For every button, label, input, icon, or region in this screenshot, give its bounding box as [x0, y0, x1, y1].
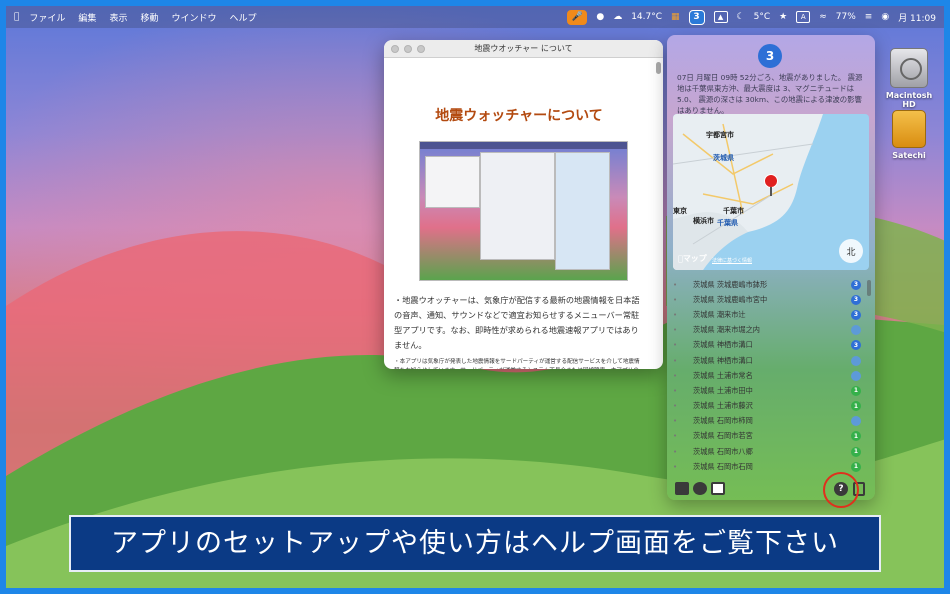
- map-label: 茨城県: [713, 154, 734, 162]
- location-icon: •: [673, 295, 678, 304]
- location-icon: •: [673, 341, 678, 350]
- desktop-icon-satechi[interactable]: Satechi: [878, 110, 940, 160]
- list-item[interactable]: • 茨城県 石岡市柿岡: [673, 414, 863, 429]
- list-item[interactable]: • 茨城県 土浦市藤沢 1: [673, 399, 863, 414]
- location-icon: •: [673, 417, 678, 426]
- zoom-button[interactable]: [417, 45, 425, 53]
- help-content: 地震ウォッチャーについて ・地震ウオッチャーは、気象庁が配信する最新の地震情報を…: [384, 58, 654, 369]
- close-button[interactable]: [391, 45, 399, 53]
- observation-list: • 茨城県 茨城鹿嶋市鉢形 3 • 茨城県 茨城鹿嶋市宮中 3 • 茨城県 潮来市辻 3 •…: [673, 277, 863, 474]
- list-item[interactable]: • 茨城県 潮来市堀之内: [673, 323, 863, 338]
- list-item[interactable]: • 茨城県 茨城鹿嶋市鉢形 3: [673, 277, 863, 292]
- list-item[interactable]: • 茨城県 神栖市溝口: [673, 353, 863, 368]
- quake-info-text: 07日 月曜日 09時 52分ごろ、地震がありました。 震源地は千葉県東方沖、最…: [677, 73, 863, 115]
- temperature-reading-2[interactable]: 5°C: [754, 12, 771, 22]
- map-label: 宇都宮市: [706, 131, 734, 139]
- calendar-icon[interactable]: ▦: [671, 12, 680, 22]
- maps-brand: マップ: [678, 254, 707, 263]
- location-icon: •: [673, 280, 678, 289]
- battery-level[interactable]: 77%: [836, 12, 856, 22]
- wifi-icon[interactable]: ≈: [819, 12, 827, 22]
- help-scrollbar[interactable]: [656, 60, 661, 365]
- location-icon: •: [673, 386, 678, 395]
- list-scrollbar[interactable]: [867, 280, 871, 296]
- minimize-button[interactable]: [404, 45, 412, 53]
- window-titlebar[interactable]: 地震ウオッチャー について: [384, 40, 663, 58]
- app-screenshot-image: [419, 141, 628, 281]
- desktop-icon-label: Macintosh HD: [885, 91, 933, 109]
- compass-icon[interactable]: 北: [839, 239, 863, 263]
- camera-icon[interactable]: ●: [596, 12, 604, 22]
- hard-drive-icon: [890, 48, 928, 88]
- quake-count-badge[interactable]: 3: [688, 9, 705, 25]
- menu-view[interactable]: 表示: [109, 11, 127, 24]
- window-icon[interactable]: [711, 482, 725, 495]
- menu-file[interactable]: ファイル: [29, 11, 65, 24]
- quake-panel: 3 07日 月曜日 09時 52分ごろ、地震がありました。 震源地は千葉県東方沖…: [667, 35, 875, 500]
- moon-icon[interactable]: ☾: [737, 12, 745, 22]
- archive-icon[interactable]: [675, 482, 689, 495]
- menu-edit[interactable]: 編集: [78, 11, 96, 24]
- list-item[interactable]: • 茨城県 神栖市溝口 3: [673, 338, 863, 353]
- list-item[interactable]: • 茨城県 石岡市若宮 1: [673, 429, 863, 444]
- help-body-text: ・地震ウオッチャーは、気象庁が配信する最新の地震情報を日本語の音声、通知、サウン…: [394, 295, 640, 350]
- map-legal-link[interactable]: 法律に基づく情報: [712, 257, 752, 264]
- list-item[interactable]: • 茨城県 茨城鹿嶋市宮中 3: [673, 292, 863, 307]
- microphone-icon[interactable]: 🎤: [567, 9, 588, 25]
- panel-toolbar: [675, 482, 725, 495]
- highlight-ring: [823, 472, 859, 508]
- apple-menu-icon[interactable]: : [14, 12, 19, 22]
- map-label: 千葉市: [723, 207, 744, 215]
- list-item[interactable]: • 茨城県 土浦市田中 1: [673, 383, 863, 398]
- help-window: 地震ウオッチャー について 地震ウォッチャーについて ・地震ウオッチャーは、気象…: [384, 40, 663, 369]
- desktop-icon-macintosh-hd[interactable]: Macintosh HD: [878, 48, 940, 109]
- menu-go[interactable]: 移動: [140, 11, 158, 24]
- quake-count-circle: 3: [758, 44, 782, 68]
- status-area: 🎤 ● ☁ 14.7°C ▦ 3 ▲ ☾ 5°C ★ A ≈ 77% ≡ ◉ 月…: [567, 9, 936, 25]
- epicenter-map[interactable]: 宇都宮市 茨城県 東京 横浜市 千葉市 千葉県 マップ 法律に基づく情報 北: [673, 114, 869, 270]
- location-icon: •: [673, 310, 678, 319]
- map-label: 横浜市: [693, 217, 714, 225]
- help-notes-text: ・本アプリは気象庁が発表した地震情報をサードパーティが運営する配信サービスを介し…: [394, 359, 640, 369]
- list-item[interactable]: • 茨城県 石岡市八郷 1: [673, 444, 863, 459]
- weather-cloud-icon[interactable]: ☁: [613, 12, 622, 22]
- location-icon: •: [673, 447, 678, 456]
- map-label: 東京: [673, 207, 687, 215]
- input-source-icon[interactable]: A: [796, 11, 811, 23]
- clock[interactable]: 月 11:09: [898, 11, 936, 24]
- menu-bar:  ファイル 編集 表示 移動 ウインドウ ヘルプ 🎤 ● ☁ 14.7°C ▦…: [6, 6, 944, 28]
- star-icon[interactable]: ★: [779, 12, 787, 22]
- desktop-icon-label: Satechi: [892, 151, 926, 160]
- control-center-icon[interactable]: ≡: [865, 12, 873, 22]
- map-label: 千葉県: [717, 219, 738, 227]
- location-icon: •: [673, 356, 678, 365]
- location-icon: •: [673, 326, 678, 335]
- temperature-reading[interactable]: 14.7°C: [631, 12, 662, 22]
- screen-icon[interactable]: ▲: [713, 11, 728, 23]
- window-title: 地震ウオッチャー について: [474, 44, 573, 53]
- menu-window[interactable]: ウインドウ: [171, 11, 216, 24]
- location-icon: •: [673, 432, 678, 441]
- list-item[interactable]: • 茨城県 土浦市常名: [673, 368, 863, 383]
- settings-gear-icon[interactable]: [693, 482, 707, 495]
- caption-banner: アプリのセットアップや使い方はヘルプ画面をご覧下さい: [69, 515, 881, 572]
- list-item[interactable]: • 茨城県 潮来市辻 3: [673, 307, 863, 322]
- help-heading: 地震ウォッチャーについて: [435, 108, 603, 124]
- location-icon: •: [673, 371, 678, 380]
- location-icon: •: [673, 402, 678, 411]
- location-icon: •: [673, 462, 678, 471]
- epicenter-pin-icon[interactable]: [764, 174, 778, 196]
- menu-help[interactable]: ヘルプ: [229, 11, 256, 24]
- siri-icon[interactable]: ◉: [881, 12, 889, 22]
- external-drive-icon: [892, 110, 926, 148]
